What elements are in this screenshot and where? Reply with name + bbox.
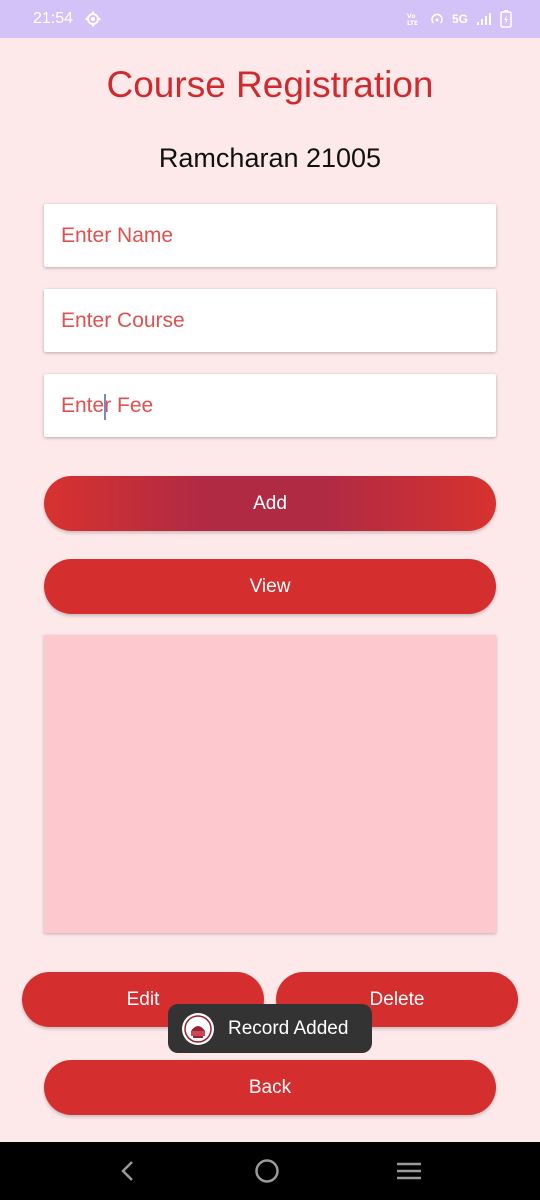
signal-icon	[476, 12, 492, 26]
status-right: Vo LTE 5G	[406, 10, 512, 28]
view-button[interactable]: View	[44, 559, 496, 614]
text-cursor	[104, 394, 106, 420]
home-circle-icon[interactable]	[254, 1158, 280, 1184]
toast-message: Record Added	[228, 1017, 349, 1039]
fee-input[interactable]	[61, 393, 496, 418]
course-field	[44, 289, 496, 352]
records-panel	[44, 635, 496, 933]
name-field	[44, 204, 496, 267]
back-button[interactable]: Back	[44, 1060, 496, 1115]
page-title: Course Registration	[106, 64, 434, 105]
course-input[interactable]	[61, 308, 496, 333]
hotspot-icon	[430, 12, 444, 26]
network-type: 5G	[451, 12, 468, 26]
system-nav-bar	[0, 1142, 540, 1200]
status-time: 21:54	[33, 10, 74, 27]
volte-icon: Vo LTE	[406, 12, 422, 26]
svg-text:Vo: Vo	[407, 13, 415, 20]
fee-field	[44, 374, 496, 437]
svg-text:LTE: LTE	[407, 20, 418, 26]
toast-notification: Record Added	[168, 1004, 372, 1053]
app-screen: 21:54 Vo LTE 5G Course Registration Ramc…	[0, 0, 540, 1200]
settings-gear-icon	[85, 11, 101, 27]
app-logo-icon	[182, 1012, 214, 1045]
page-subtitle: Ramcharan 21005	[158, 143, 382, 173]
status-bar: 21:54 Vo LTE 5G	[0, 0, 540, 38]
status-left: 21:54	[33, 10, 101, 28]
battery-charging-icon	[500, 10, 512, 28]
add-button[interactable]: Add	[44, 476, 496, 531]
name-input[interactable]	[61, 223, 496, 248]
back-chevron-icon[interactable]	[118, 1159, 138, 1183]
recents-menu-icon[interactable]	[396, 1160, 422, 1182]
